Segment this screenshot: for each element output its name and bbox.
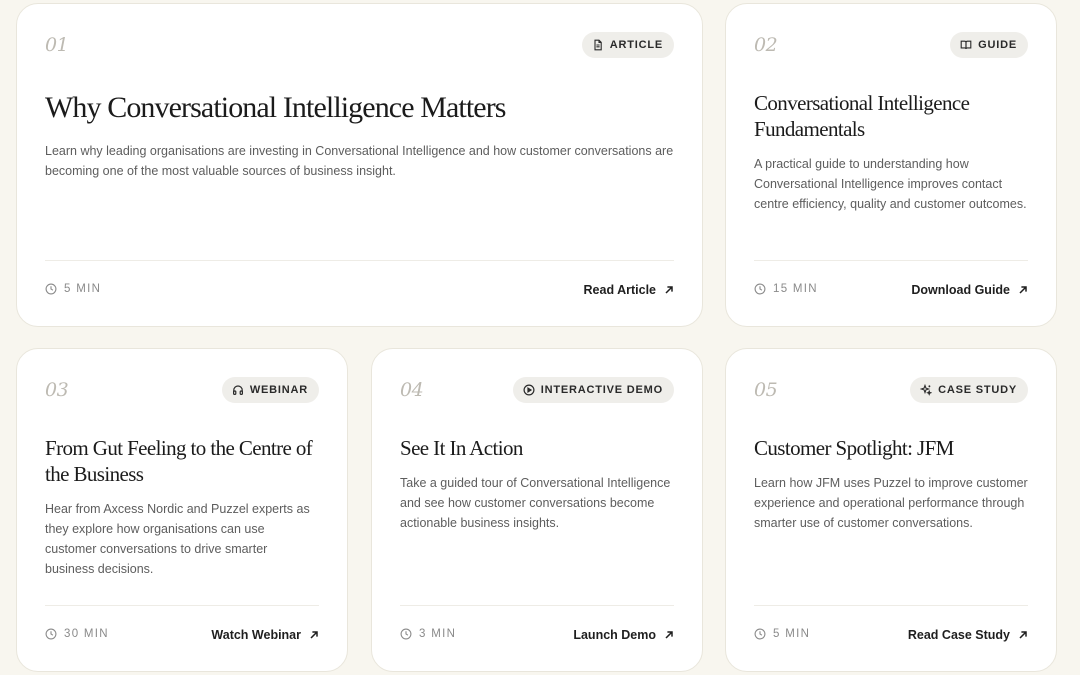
resource-card-article[interactable]: 01 ARTICLE Why Conversational Intelligen… bbox=[16, 3, 703, 327]
clock-icon bbox=[754, 283, 766, 295]
arrow-up-right-icon bbox=[1018, 630, 1028, 640]
resource-card-guide[interactable]: 02 GUIDE Conversational Intelligence Fun… bbox=[725, 3, 1057, 327]
cta-label: Download Guide bbox=[911, 283, 1010, 297]
divider bbox=[400, 605, 674, 606]
arrow-up-right-icon bbox=[664, 285, 674, 295]
type-badge: CASE STUDY bbox=[910, 377, 1028, 403]
card-description: Learn how JFM uses Puzzel to improve cus… bbox=[754, 476, 1028, 530]
book-icon bbox=[960, 39, 972, 51]
type-badge: WEBINAR bbox=[221, 377, 319, 403]
arrow-up-right-icon bbox=[664, 630, 674, 640]
card-description: Hear from Axcess Nordic and Puzzel exper… bbox=[45, 502, 310, 576]
badge-label: CASE STUDY bbox=[938, 384, 1017, 396]
clock-icon bbox=[45, 628, 57, 640]
duration: 15 MIN bbox=[754, 283, 818, 295]
card-number: 05 bbox=[754, 379, 778, 401]
divider bbox=[754, 260, 1028, 261]
divider bbox=[754, 605, 1028, 606]
duration: 5 MIN bbox=[45, 283, 101, 295]
resource-card-case-study[interactable]: 05 CASE STUDY Customer Spotlight: JFM Le… bbox=[725, 348, 1057, 672]
duration: 30 MIN bbox=[45, 628, 109, 640]
play-circle-icon bbox=[523, 384, 535, 396]
cta-label: Launch Demo bbox=[573, 628, 656, 642]
badge-label: WEBINAR bbox=[249, 384, 308, 396]
arrow-up-right-icon bbox=[309, 630, 319, 640]
download-guide-link[interactable]: Download Guide bbox=[911, 283, 1028, 297]
duration: 3 MIN bbox=[400, 628, 456, 640]
resource-card-demo[interactable]: 04 INTERACTIVE DEMO See It In Action Tak… bbox=[371, 348, 703, 672]
card-title: Conversational Intelligence Fundamentals bbox=[754, 91, 970, 141]
sparkles-icon bbox=[920, 384, 933, 396]
launch-demo-link[interactable]: Launch Demo bbox=[573, 628, 674, 642]
card-title: From Gut Feeling to the Centre of the Bu… bbox=[45, 436, 313, 486]
headphones-icon bbox=[232, 384, 244, 396]
card-number: 01 bbox=[45, 34, 69, 56]
duration-label: 3 MIN bbox=[419, 628, 457, 640]
document-icon bbox=[592, 39, 604, 51]
cta-label: Read Case Study bbox=[907, 628, 1010, 642]
type-badge: GUIDE bbox=[950, 32, 1028, 58]
resource-card-webinar[interactable]: 03 WEBINAR From Gut Feeling to the Centr… bbox=[16, 348, 348, 672]
card-title: Why Conversational Intelligence Matters bbox=[45, 91, 506, 124]
arrow-up-right-icon bbox=[1018, 285, 1028, 295]
card-number: 04 bbox=[400, 379, 424, 401]
card-number: 03 bbox=[45, 379, 69, 401]
divider bbox=[45, 605, 319, 606]
duration: 5 MIN bbox=[754, 628, 810, 640]
read-article-link[interactable]: Read Article bbox=[584, 283, 674, 297]
clock-icon bbox=[400, 628, 412, 640]
card-description: Take a guided tour of Conversational Int… bbox=[400, 476, 671, 530]
type-badge: ARTICLE bbox=[581, 32, 674, 58]
duration-label: 5 MIN bbox=[64, 283, 102, 295]
badge-label: ARTICLE bbox=[609, 39, 663, 51]
clock-icon bbox=[754, 628, 766, 640]
divider bbox=[45, 260, 674, 261]
card-title: See It In Action bbox=[400, 436, 523, 460]
card-description: Learn why leading organisations are inve… bbox=[45, 144, 674, 178]
card-number: 02 bbox=[754, 34, 778, 56]
duration-label: 5 MIN bbox=[773, 628, 811, 640]
badge-label: INTERACTIVE DEMO bbox=[540, 384, 663, 396]
card-description: A practical guide to understanding how C… bbox=[754, 157, 1027, 211]
watch-webinar-link[interactable]: Watch Webinar bbox=[211, 628, 319, 642]
badge-label: GUIDE bbox=[978, 39, 1017, 51]
read-case-study-link[interactable]: Read Case Study bbox=[908, 628, 1028, 642]
duration-label: 30 MIN bbox=[64, 628, 109, 640]
duration-label: 15 MIN bbox=[773, 283, 818, 295]
type-badge: INTERACTIVE DEMO bbox=[512, 377, 674, 403]
cta-label: Read Article bbox=[583, 283, 656, 297]
card-title: Customer Spotlight: JFM bbox=[754, 436, 954, 460]
cta-label: Watch Webinar bbox=[211, 628, 301, 642]
clock-icon bbox=[45, 283, 57, 295]
